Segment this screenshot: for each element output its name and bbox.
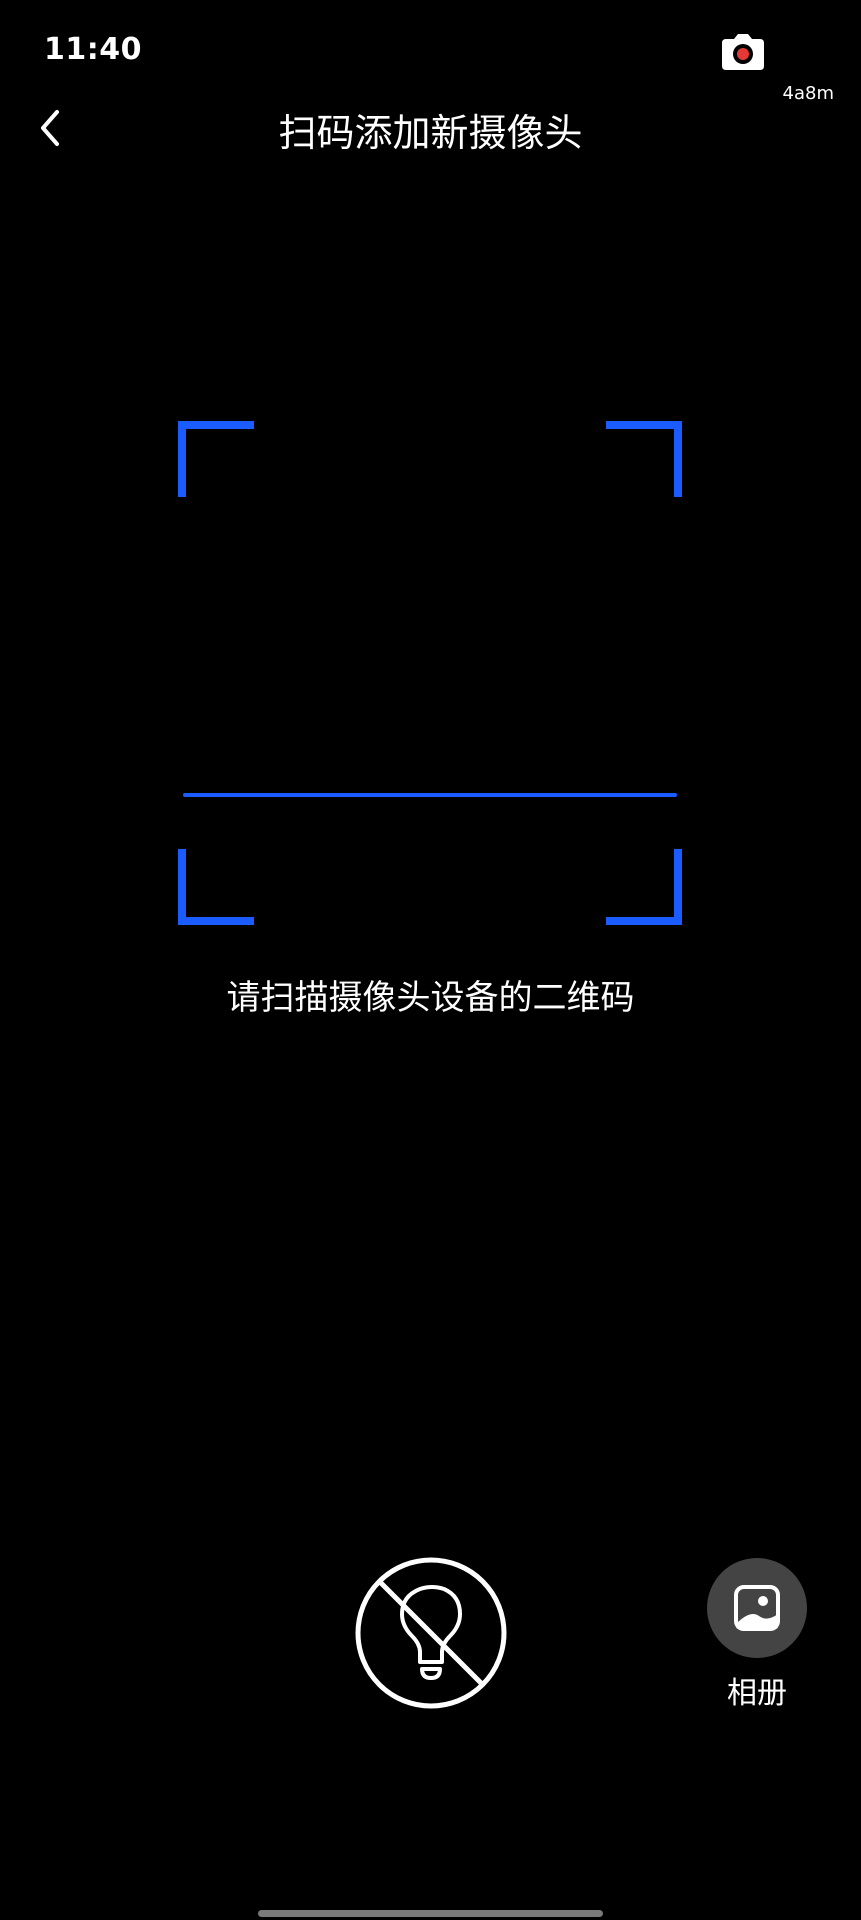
album-button[interactable] bbox=[707, 1558, 807, 1658]
album-label: 相册 bbox=[727, 1676, 787, 1711]
status-time: 11:40 bbox=[44, 32, 142, 67]
home-indicator[interactable] bbox=[258, 1910, 603, 1917]
scan-frame bbox=[178, 421, 682, 925]
image-gallery-icon bbox=[734, 1585, 780, 1631]
flashlight-toggle-button[interactable] bbox=[354, 1556, 508, 1710]
scan-line bbox=[183, 793, 677, 797]
flashlight-off-icon bbox=[355, 1557, 507, 1709]
scan-corner-bottom-left bbox=[178, 849, 254, 925]
scan-corner-top-right bbox=[606, 421, 682, 497]
camera-recording-icon bbox=[720, 33, 766, 71]
status-bar: 11:40 4a8m bbox=[0, 0, 861, 104]
scan-corner-top-left bbox=[178, 421, 254, 497]
scan-hint: 请扫描摄像头设备的二维码 bbox=[226, 978, 635, 1018]
page-title: 扫码添加新摄像头 bbox=[278, 111, 583, 155]
network-speed: 4a8m bbox=[782, 83, 834, 104]
scan-corner-bottom-right bbox=[606, 849, 682, 925]
